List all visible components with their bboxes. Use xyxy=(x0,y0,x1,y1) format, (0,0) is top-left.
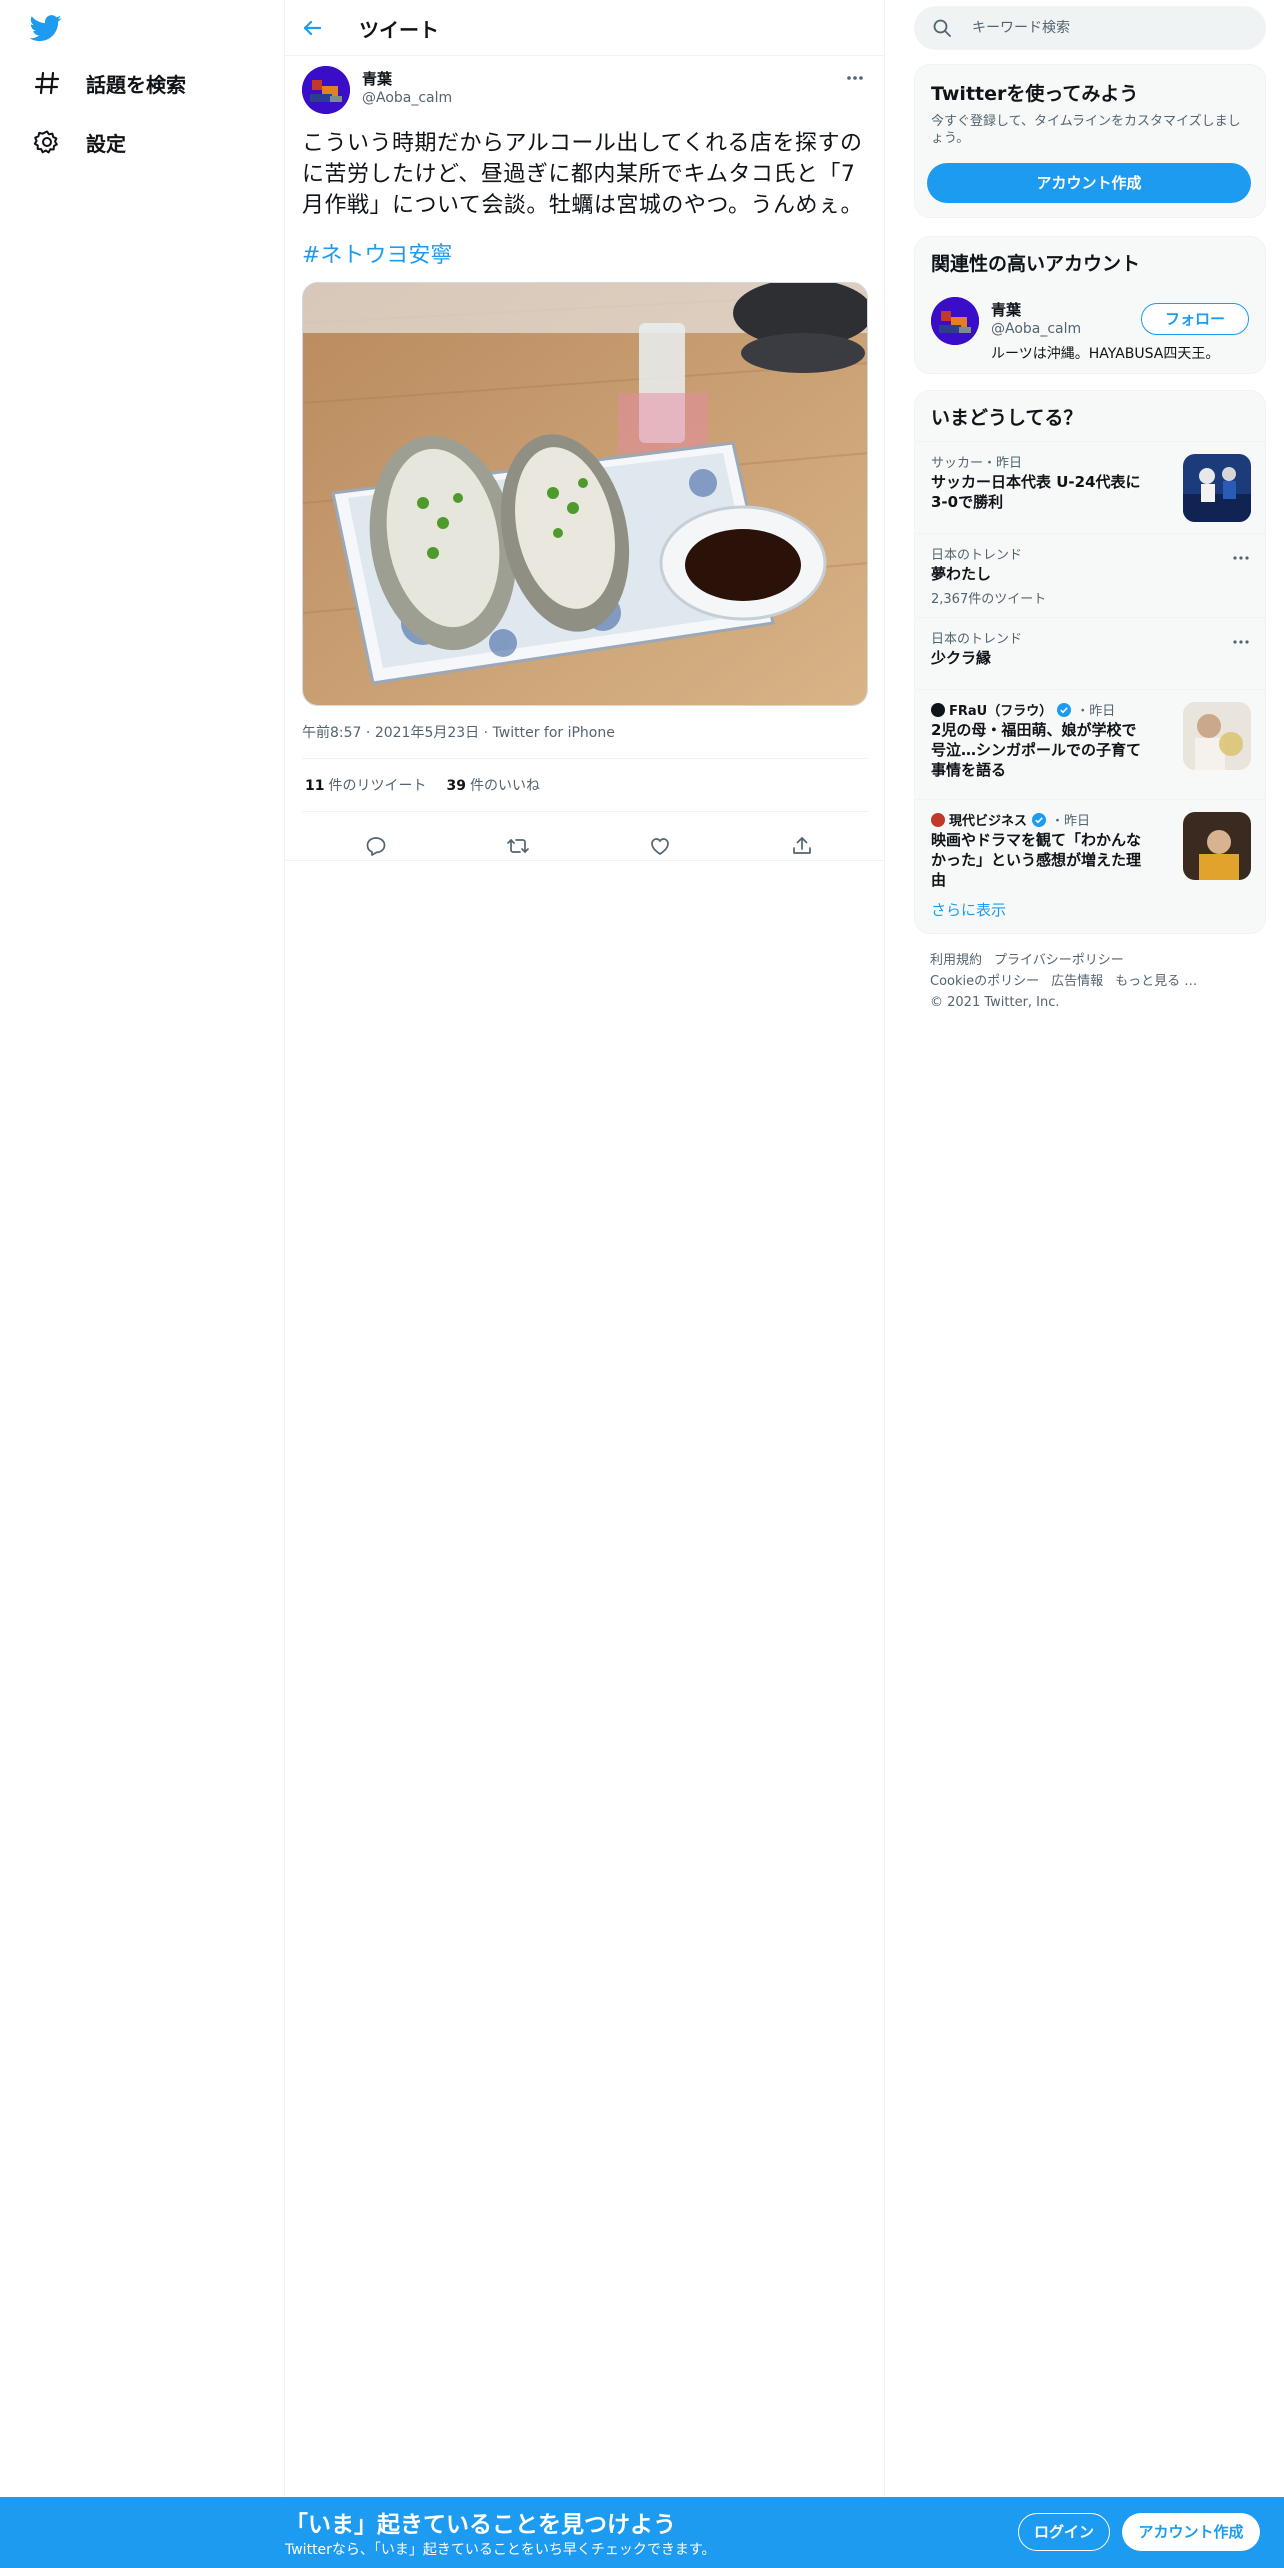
signup-card-title: Twitterを使ってみよう xyxy=(931,83,1139,105)
signup-card-subtitle: 今すぐ登録して、タイムラインをカスタマイズしましょう。 xyxy=(931,114,1241,146)
like-count: 39 xyxy=(446,778,466,794)
create-account-button[interactable]: アカウント作成 xyxy=(927,163,1251,203)
nav-explore[interactable]: 話題を検索 xyxy=(32,58,186,108)
related-accounts-title: 関連性の高いアカウント xyxy=(931,253,1141,275)
trend-context: FRaU（フラウ） ・昨日 xyxy=(931,700,1115,719)
trends-title: いまどうしてる？ xyxy=(931,407,1083,429)
nav-settings[interactable]: 設定 xyxy=(32,117,126,167)
hashtag-icon xyxy=(32,68,62,98)
search-box[interactable] xyxy=(914,6,1266,50)
tweet-timestamp: 午前8:57 · 2021年5月23日 · Twitter for iPhone xyxy=(302,725,615,741)
author-handle[interactable]: @Aoba_calm xyxy=(362,90,452,106)
like-count-stat[interactable]: 39 件のいいね xyxy=(446,775,539,795)
tweet-time[interactable]: 午前8:57 xyxy=(302,725,361,741)
more-options-icon[interactable] xyxy=(1231,548,1251,568)
related-name[interactable]: 青葉 xyxy=(991,299,1021,320)
related-accounts-card: 関連性の高いアカウント 青葉 @Aoba_calm ルーツは沖縄。HAYABUS… xyxy=(914,236,1266,374)
more-options-icon[interactable] xyxy=(843,66,867,90)
copyright: © 2021 Twitter, Inc. xyxy=(930,995,1060,1010)
tweet-source[interactable]: Twitter for iPhone xyxy=(493,725,615,741)
trends-card: いまどうしてる？ サッカー・昨日 サッカー日本代表 U-24代表に3-0で勝利 … xyxy=(914,390,1266,934)
trend-context: 日本のトレンド xyxy=(931,548,1023,563)
trend-thumbnail xyxy=(1183,702,1251,770)
privacy-link[interactable]: プライバシーポリシー xyxy=(994,953,1124,968)
trend-title: 少クラ縁 xyxy=(931,649,992,667)
more-link[interactable]: もっと見る … xyxy=(1115,974,1197,989)
like-icon[interactable] xyxy=(648,834,672,858)
trend-item[interactable]: 日本のトレンド 少クラ縁 xyxy=(915,617,1265,689)
trend-item[interactable]: 現代ビジネス ・昨日 映画やドラマを観て「わかんなかった」という感想が増えた理由 xyxy=(915,799,1265,889)
divider xyxy=(285,860,885,861)
tweet-column: ツイート 青葉 @Aoba_calm こういう時期だからアルコール出してくれる店… xyxy=(285,0,885,2568)
reply-icon[interactable] xyxy=(364,834,388,858)
retweet-icon[interactable] xyxy=(506,834,530,858)
like-label: 件のいいね xyxy=(469,778,540,794)
trend-context: サッカー・昨日 xyxy=(931,456,1023,471)
signup-card: Twitterを使ってみよう 今すぐ登録して、タイムラインをカスタマイズしましょ… xyxy=(914,64,1266,218)
trend-context: 日本のトレンド xyxy=(931,632,1023,647)
retweet-label: 件のリツイート xyxy=(328,778,427,794)
login-button[interactable]: ログイン xyxy=(1018,2513,1110,2551)
source-badge-icon xyxy=(931,702,945,717)
trend-item[interactable]: 日本のトレンド 夢わたし 2,367件のツイート xyxy=(915,533,1265,617)
author-avatar[interactable] xyxy=(302,66,350,114)
trend-title: 映画やドラマを観て「わかんなかった」という感想が増えた理由 xyxy=(931,831,1142,889)
divider xyxy=(302,758,868,759)
search-input[interactable] xyxy=(970,6,1250,50)
divider xyxy=(302,811,868,812)
tweet-actions xyxy=(302,822,868,870)
tweet-photo[interactable] xyxy=(302,282,868,706)
trend-when: ・昨日 xyxy=(1076,704,1116,719)
terms-link[interactable]: 利用規約 xyxy=(930,953,982,968)
tweet-header: ツイート xyxy=(285,0,885,56)
ads-info-link[interactable]: 広告情報 xyxy=(1051,974,1103,989)
follow-button[interactable]: フォロー xyxy=(1141,303,1249,335)
nav-settings-label: 設定 xyxy=(86,131,126,156)
related-avatar[interactable] xyxy=(931,297,979,345)
related-bio: ルーツは沖縄。HAYABUSA四天王。 xyxy=(991,346,1220,362)
trend-thumbnail xyxy=(1183,454,1251,522)
trend-source: 現代ビジネス xyxy=(949,814,1028,829)
tweet-text: こういう時期だからアルコール出してくれる店を探すのに苦労したけど、昼過ぎに都内某… xyxy=(302,131,863,218)
hashtag-link[interactable]: #ネトウヨ安寧 xyxy=(302,240,452,271)
twitter-logo-icon[interactable] xyxy=(30,12,62,44)
share-icon[interactable] xyxy=(790,834,814,858)
author-name[interactable]: 青葉 xyxy=(362,68,392,89)
source-badge-icon xyxy=(931,812,945,827)
more-options-icon[interactable] xyxy=(1231,632,1251,652)
banner-title: 「いま」起きていることを見つけよう xyxy=(285,2512,676,2538)
trend-title: 2児の母・福田萌、娘が学校で号泣…シンガポールでの子育て事情を語る xyxy=(931,721,1142,779)
gear-icon xyxy=(32,127,62,157)
left-sidebar: 話題を検索 設定 xyxy=(0,0,285,2568)
trend-thumbnail xyxy=(1183,812,1251,880)
verified-icon xyxy=(1056,702,1072,718)
page-title: ツイート xyxy=(359,18,439,42)
back-arrow-icon[interactable] xyxy=(297,12,329,44)
trend-item[interactable]: FRaU（フラウ） ・昨日 2児の母・福田萌、娘が学校で号泣…シンガポールでの子… xyxy=(915,689,1265,799)
tweet-stats: 11 件のリツイート 39 件のいいね xyxy=(305,775,540,795)
trend-title: 夢わたし xyxy=(931,565,992,583)
trend-item[interactable]: サッカー・昨日 サッカー日本代表 U-24代表に3-0で勝利 xyxy=(915,441,1265,533)
banner-subtitle: Twitterなら、「いま」起きていることをいち早くチェックできます。 xyxy=(285,2542,716,2558)
trend-source: FRaU（フラウ） xyxy=(949,704,1053,719)
tweet-date[interactable]: 2021年5月23日 xyxy=(375,725,479,741)
retweet-count: 11 xyxy=(305,778,325,794)
search-icon xyxy=(932,18,952,38)
trend-when: ・昨日 xyxy=(1051,814,1091,829)
cookie-link[interactable]: Cookieのポリシー xyxy=(930,974,1039,989)
related-handle: @Aoba_calm xyxy=(991,321,1082,337)
trend-context: 現代ビジネス ・昨日 xyxy=(931,810,1090,829)
trend-tweet-count: 2,367件のツイート xyxy=(931,592,1047,607)
signup-button[interactable]: アカウント作成 xyxy=(1122,2513,1260,2551)
signup-banner: 「いま」起きていることを見つけよう Twitterなら、「いま」起きていることを… xyxy=(0,2497,1284,2568)
trend-title: サッカー日本代表 U-24代表に3-0で勝利 xyxy=(931,473,1141,511)
verified-icon xyxy=(1031,812,1047,828)
retweet-count-stat[interactable]: 11 件のリツイート xyxy=(305,775,426,795)
footer-links: 利用規約 プライバシーポリシー Cookieのポリシー 広告情報 もっと見る … © … xyxy=(930,950,1260,1013)
nav-explore-label: 話題を検索 xyxy=(86,72,186,97)
show-more-link[interactable]: さらに表示 xyxy=(931,899,1006,920)
